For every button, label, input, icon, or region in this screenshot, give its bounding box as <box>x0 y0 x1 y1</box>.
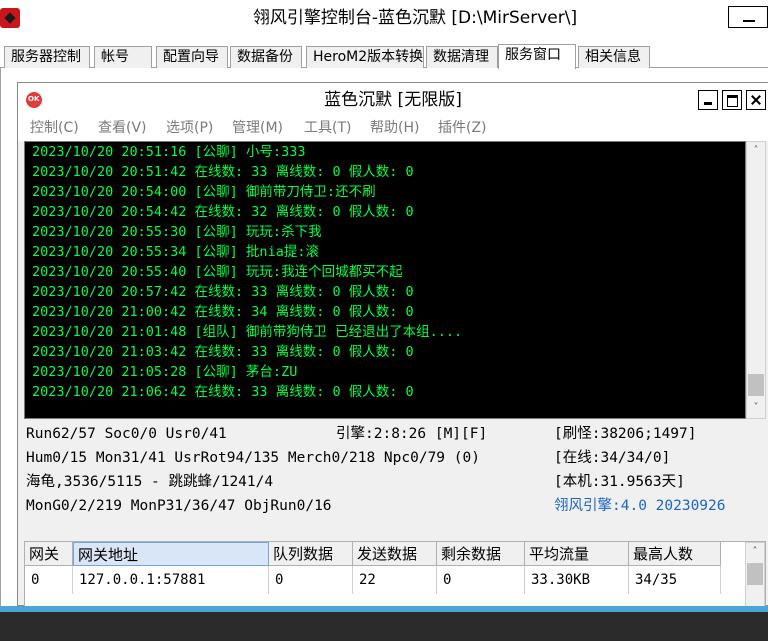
col-header-queue[interactable]: 队列数据 <box>269 542 353 566</box>
refresh-monster-stats: [刷怪:38206;1497] <box>554 426 697 442</box>
log-line: 2023/10/20 20:55:34 [公聊] 批nia提:滚 <box>32 244 319 260</box>
menu-help[interactable]: 帮助(H) <box>370 119 419 137</box>
cell-sent: 22 <box>353 566 437 594</box>
log-scrollbar[interactable]: ˄ ˅ <box>746 141 766 419</box>
log-line: 2023/10/20 21:06:42 在线数: 33 离线数: 0 假人数: … <box>32 384 414 400</box>
log-line: 2023/10/20 21:00:42 在线数: 34 离线数: 0 假人数: … <box>32 304 414 320</box>
window-title: 翎风引擎控制台-蓝色沉默 [D:\MirServer\] <box>252 8 578 28</box>
map-stats: 海龟,3536/5115 - 跳跳蜂/1241/4 <box>26 474 274 490</box>
menu-tools[interactable]: 工具(T) <box>304 119 351 137</box>
hum-stats: Hum0/15 Mon31/41 UsrRot94/135 Merch0/218… <box>26 450 480 466</box>
tab-herom2-convert[interactable]: HeroM2版本转换 <box>306 46 424 68</box>
table-scroll-thumb[interactable] <box>747 563 763 585</box>
inner-window-title: 蓝色沉默 [无限版] <box>324 90 462 110</box>
inner-minimize-button[interactable] <box>698 90 718 110</box>
log-line: 2023/10/20 20:51:16 [公聊] 小号:333 <box>32 144 306 160</box>
menu-plugins[interactable]: 插件(Z) <box>438 119 487 137</box>
menu-manage[interactable]: 管理(M) <box>232 119 283 137</box>
scroll-down-icon[interactable]: ˅ <box>747 399 765 417</box>
log-line: 2023/10/20 20:54:42 在线数: 32 离线数: 0 假人数: … <box>32 204 414 220</box>
menubar: 控制(C) 查看(V) 选项(P) 管理(M) 工具(T) 帮助(H) 插件(Z… <box>18 115 768 141</box>
inner-maximize-button[interactable] <box>722 90 742 110</box>
cell-max-users: 34/35 <box>629 566 721 594</box>
col-header-address[interactable]: 网关地址 <box>73 542 269 566</box>
engine-time: 引擎:2:8:26 [M][F] <box>336 426 488 442</box>
log-line: 2023/10/20 20:51:42 在线数: 33 离线数: 0 假人数: … <box>32 164 414 180</box>
inner-close-button[interactable] <box>746 90 766 110</box>
tab-about[interactable]: 相关信息 <box>578 46 650 68</box>
log-line: 2023/10/20 20:54:00 [公聊] 御前带刀侍卫:还不刷 <box>32 184 376 200</box>
log-line: 2023/10/20 21:03:42 在线数: 33 离线数: 0 假人数: … <box>32 344 414 360</box>
col-header-remaining[interactable]: 剩余数据 <box>437 542 525 566</box>
m2-logo-icon <box>26 92 42 108</box>
tab-content: 蓝色沉默 [无限版] 控制(C) 查看(V) 选项(P) 管理(M) 工具(T)… <box>0 68 768 607</box>
engine-version: 翎风引擎:4.0 20230926 <box>554 498 726 514</box>
cell-gateway: 0 <box>25 566 73 594</box>
log-scroll-thumb[interactable] <box>748 374 764 396</box>
tab-server-control[interactable]: 服务器控制 <box>4 46 90 68</box>
cell-address: 127.0.0.1:57881 <box>73 566 269 594</box>
mon-stats: MonG0/2/219 MonP31/36/47 ObjRun0/16 <box>26 498 332 514</box>
log-line: 2023/10/20 20:55:30 [公聊] 玩玩:杀下我 <box>32 224 322 240</box>
menu-control[interactable]: 控制(C) <box>30 119 79 137</box>
col-header-gateway[interactable]: 网关 <box>25 542 73 566</box>
cell-remaining: 0 <box>437 566 525 594</box>
cell-avg-traffic: 33.30KB <box>525 566 629 594</box>
table-scroll-up-icon[interactable]: ˄ <box>746 543 764 561</box>
gateway-table: 网关 网关地址 队列数据 发送数据 剩余数据 平均流量 最高人数 0 127.0… <box>24 541 766 607</box>
log-line: 2023/10/20 21:05:28 [公聊] 茅台:ZU <box>32 364 298 380</box>
main-tabs: 服务器控制 帐号 配置向导 数据备份 HeroM2版本转换 数据清理 服务窗口 … <box>0 44 768 69</box>
table-scrollbar[interactable]: ˄ <box>745 542 765 606</box>
tab-data-cleanup[interactable]: 数据清理 <box>426 46 498 68</box>
log-line: 2023/10/20 21:01:48 [组队] 御前带狗侍卫 已经退出了本组.… <box>32 324 463 340</box>
menu-view[interactable]: 查看(V) <box>98 119 147 137</box>
local-uptime: [本机:31.9563天] <box>554 474 685 490</box>
col-header-sent[interactable]: 发送数据 <box>353 542 437 566</box>
tab-data-backup[interactable]: 数据备份 <box>230 46 302 68</box>
tab-config-wizard[interactable]: 配置向导 <box>156 46 228 68</box>
menu-options[interactable]: 选项(P) <box>166 119 213 137</box>
log-line: 2023/10/20 20:57:42 在线数: 33 离线数: 0 假人数: … <box>32 284 414 300</box>
tab-account[interactable]: 帐号 <box>94 46 152 68</box>
online-stats: [在线:34/34/0] <box>554 450 671 466</box>
app-logo-icon <box>0 8 20 28</box>
cell-queue: 0 <box>269 566 353 594</box>
col-header-avg-traffic[interactable]: 平均流量 <box>525 542 629 566</box>
minimize-button[interactable] <box>728 6 768 28</box>
inner-titlebar: 蓝色沉默 [无限版] <box>18 83 768 115</box>
log-line: 2023/10/20 20:55:40 [公聊] 玩玩:我连个回城都买不起 <box>32 264 403 280</box>
col-header-max-users[interactable]: 最高人数 <box>629 542 721 566</box>
service-window: 蓝色沉默 [无限版] 控制(C) 查看(V) 选项(P) 管理(M) 工具(T)… <box>17 82 768 607</box>
outer-titlebar: 翎风引擎控制台-蓝色沉默 [D:\MirServer\] <box>0 0 768 38</box>
scroll-up-icon[interactable]: ˄ <box>747 142 765 160</box>
log-panel: 2023/10/20 20:51:16 [公聊] 小号:333 2023/10/… <box>24 141 746 419</box>
tab-service-window[interactable]: 服务窗口 <box>498 44 576 69</box>
taskbar <box>0 612 768 641</box>
run-stats: Run62/57 Soc0/0 Usr0/41 <box>26 426 227 442</box>
